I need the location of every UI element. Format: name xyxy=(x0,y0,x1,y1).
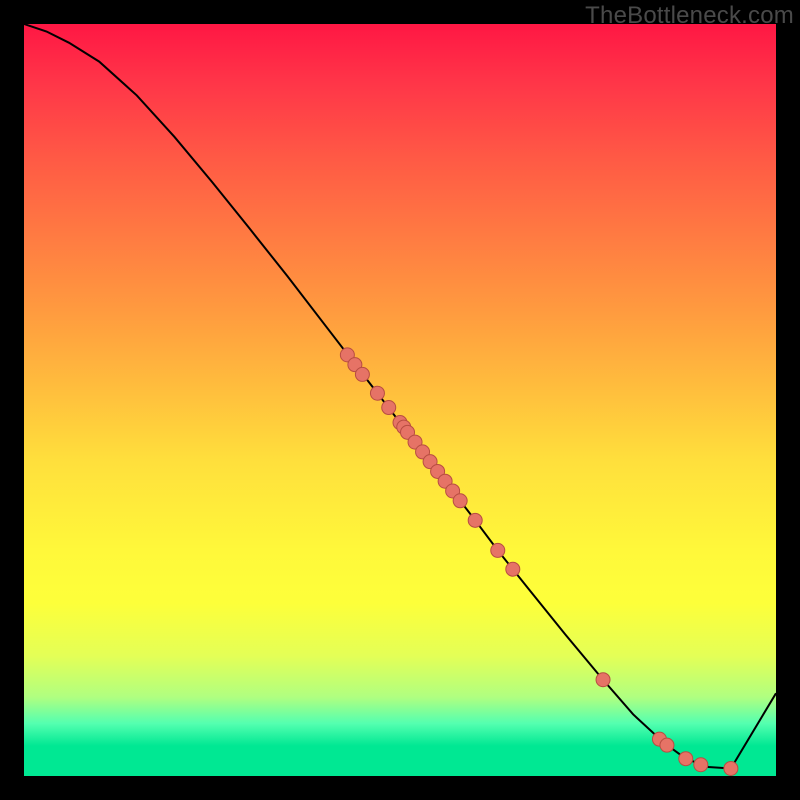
data-point-marker xyxy=(694,758,708,772)
data-point-marker xyxy=(468,513,482,527)
data-point-marker xyxy=(724,761,738,775)
curve-line xyxy=(24,24,776,768)
curve-markers xyxy=(340,348,738,776)
data-point-marker xyxy=(596,673,610,687)
data-point-marker xyxy=(506,562,520,576)
watermark-label: TheBottleneck.com xyxy=(585,2,794,30)
data-point-marker xyxy=(370,386,384,400)
data-point-marker xyxy=(679,752,693,766)
data-point-marker xyxy=(453,494,467,508)
data-point-marker xyxy=(382,401,396,415)
data-point-marker xyxy=(660,738,674,752)
chart-overlay xyxy=(24,24,776,776)
data-point-marker xyxy=(491,543,505,557)
data-point-marker xyxy=(355,367,369,381)
